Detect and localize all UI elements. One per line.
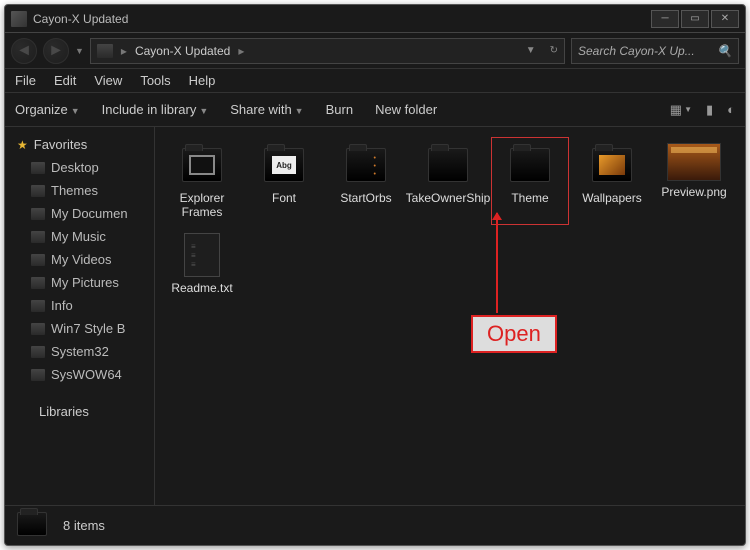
search-placeholder: Search Cayon-X Up... [578, 44, 695, 58]
file-item[interactable]: Preview.png [657, 139, 731, 223]
folder-icon [31, 231, 45, 243]
folder-icon [342, 143, 390, 187]
chevron-down-icon: ▼ [295, 106, 304, 116]
folder-icon [31, 277, 45, 289]
toolbar-new-folder[interactable]: New folder [375, 102, 437, 117]
folder-icon [31, 185, 45, 197]
breadcrumb[interactable]: ▸ Cayon-X Updated ▸ ▼ ↻ [90, 38, 565, 64]
libraries-icon [17, 405, 33, 419]
file-label: StartOrbs [340, 191, 391, 205]
folder-icon [97, 44, 113, 58]
text-file-icon [184, 233, 220, 277]
folder-icon [260, 143, 308, 187]
minimize-button[interactable]: ─ [651, 10, 679, 28]
menu-tools[interactable]: Tools [140, 73, 170, 88]
folder-icon [31, 208, 45, 220]
window-title: Cayon-X Updated [33, 12, 128, 26]
sidebar: ★ Favorites Desktop Themes My Documen My… [5, 127, 155, 505]
toolbar-include-in-library[interactable]: Include in library▼ [102, 102, 209, 117]
history-dropdown[interactable]: ▼ [75, 46, 84, 56]
explorer-window: Cayon-X Updated ─ ▭ ✕ ◄ ► ▼ ▸ Cayon-X Up… [4, 4, 746, 546]
toolbar-share-with[interactable]: Share with▼ [230, 102, 303, 117]
file-label: Theme [511, 191, 548, 205]
toolbar-organize[interactable]: Organize▼ [15, 102, 80, 117]
image-thumbnail-icon [667, 143, 721, 181]
file-label: Preview.png [661, 185, 726, 199]
chevron-down-icon: ▼ [199, 106, 208, 116]
file-item[interactable]: TakeOwnerShip [411, 139, 485, 223]
sidebar-item-win7style[interactable]: Win7 Style B [5, 317, 154, 340]
search-icon: 🔍 [717, 44, 732, 58]
sidebar-item-themes[interactable]: Themes [5, 179, 154, 202]
toolbar: Organize▼ Include in library▼ Share with… [5, 93, 745, 127]
sidebar-libraries-header[interactable]: Libraries [5, 400, 154, 423]
statusbar: 8 items [5, 505, 745, 545]
folder-icon [178, 143, 226, 187]
breadcrumb-segment[interactable]: Cayon-X Updated [135, 44, 230, 58]
file-label: Explorer Frames [165, 191, 239, 219]
preview-pane-button[interactable]: ▮ [706, 102, 713, 118]
file-label: Readme.txt [171, 281, 232, 295]
file-item[interactable]: Font [247, 139, 321, 223]
chevron-down-icon: ▼ [71, 106, 80, 116]
sidebar-item-info[interactable]: Info [5, 294, 154, 317]
folder-icon [31, 369, 45, 381]
nav-row: ◄ ► ▼ ▸ Cayon-X Updated ▸ ▼ ↻ Search Cay… [5, 33, 745, 69]
file-item[interactable]: StartOrbs [329, 139, 403, 223]
back-button[interactable]: ◄ [11, 38, 37, 64]
maximize-button[interactable]: ▭ [681, 10, 709, 28]
file-label: Font [272, 191, 296, 205]
menu-edit[interactable]: Edit [54, 73, 76, 88]
breadcrumb-separator-icon: ▸ [121, 44, 127, 58]
sidebar-item-desktop[interactable]: Desktop [5, 156, 154, 179]
titlebar: Cayon-X Updated ─ ▭ ✕ [5, 5, 745, 33]
file-label: Wallpapers [582, 191, 642, 205]
sidebar-favorites-header[interactable]: ★ Favorites [5, 133, 154, 156]
sidebar-item-pictures[interactable]: My Pictures [5, 271, 154, 294]
window-icon [11, 11, 27, 27]
body: ★ Favorites Desktop Themes My Documen My… [5, 127, 745, 505]
menu-view[interactable]: View [94, 73, 122, 88]
folder-icon [424, 143, 472, 187]
forward-button[interactable]: ► [43, 38, 69, 64]
status-text: 8 items [63, 518, 105, 533]
folder-icon [31, 162, 45, 174]
file-item[interactable]: Readme.txt [165, 229, 239, 299]
status-folder-icon [17, 512, 49, 540]
file-item[interactable]: Explorer Frames [165, 139, 239, 223]
view-mode-button[interactable]: ▦▼ [670, 102, 692, 118]
file-item[interactable]: Theme [493, 139, 567, 223]
star-icon: ★ [17, 138, 28, 152]
sidebar-item-music[interactable]: My Music [5, 225, 154, 248]
sidebar-item-system32[interactable]: System32 [5, 340, 154, 363]
sidebar-item-videos[interactable]: My Videos [5, 248, 154, 271]
sidebar-item-syswow64[interactable]: SysWOW64 [5, 363, 154, 386]
breadcrumb-separator-icon: ▸ [238, 44, 244, 58]
content-pane[interactable]: Explorer Frames Font StartOrbs TakeOwnerShi… [155, 127, 745, 505]
search-input[interactable]: Search Cayon-X Up... 🔍 [571, 38, 739, 64]
menu-file[interactable]: File [15, 73, 36, 88]
folder-icon [31, 323, 45, 335]
folder-icon [588, 143, 636, 187]
folder-icon [31, 346, 45, 358]
sidebar-item-documents[interactable]: My Documen [5, 202, 154, 225]
folder-icon [506, 143, 554, 187]
close-button[interactable]: ✕ [711, 10, 739, 28]
help-button[interactable]: ◐ [727, 102, 735, 117]
menu-help[interactable]: Help [189, 73, 216, 88]
file-label: TakeOwnerShip [406, 191, 491, 205]
folder-icon [31, 254, 45, 266]
menubar: File Edit View Tools Help [5, 69, 745, 93]
file-item[interactable]: Wallpapers [575, 139, 649, 223]
toolbar-burn[interactable]: Burn [326, 102, 353, 117]
refresh-icon[interactable]: ↻ [550, 45, 558, 56]
folder-icon [31, 300, 45, 312]
breadcrumb-dropdown-icon[interactable]: ▼ [526, 45, 536, 56]
